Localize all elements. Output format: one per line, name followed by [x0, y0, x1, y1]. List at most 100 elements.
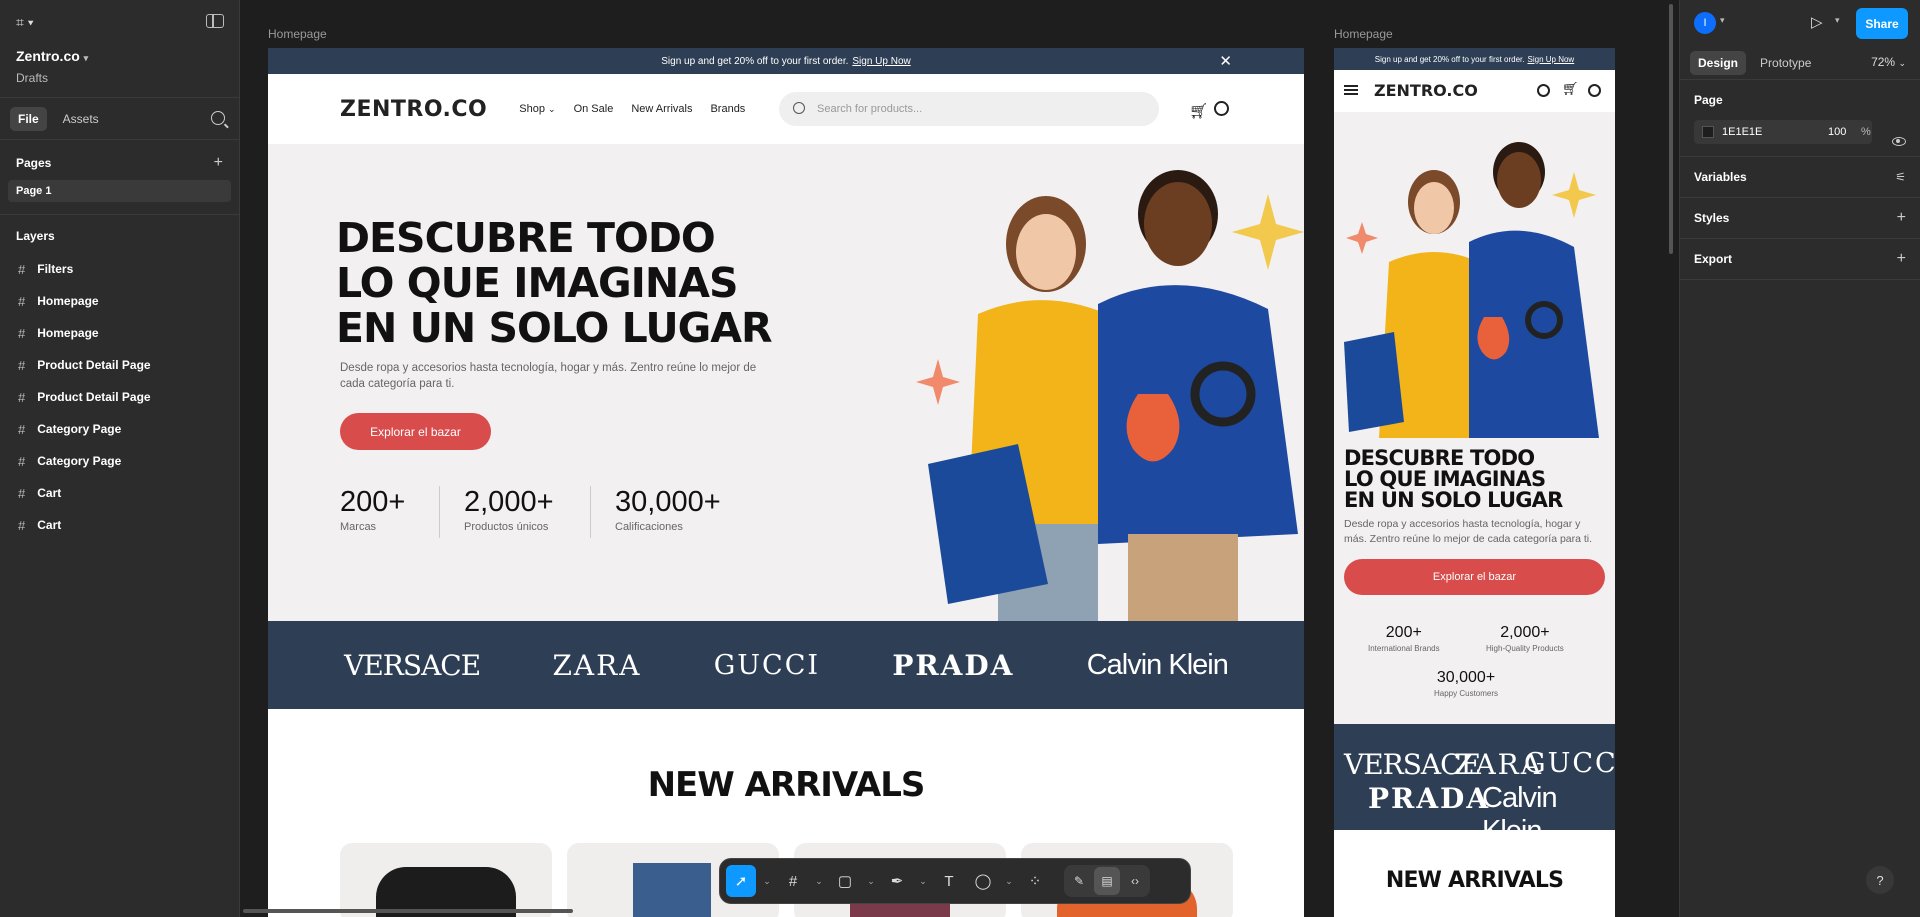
close-icon[interactable]: ✕: [1219, 52, 1232, 70]
help-button[interactable]: ?: [1866, 866, 1894, 894]
brand-gucci: GUCCI: [1524, 748, 1615, 779]
design-mode-icon[interactable]: ▤: [1094, 867, 1120, 895]
color-swatch[interactable]: [1702, 126, 1714, 138]
frame-icon: #: [18, 485, 26, 501]
hero-heading: DESCUBRE TODO LO QUE IMAGINAS EN UN SOLO…: [1344, 446, 1563, 512]
fill-hex[interactable]: 1E1E1E: [1722, 126, 1762, 138]
zoom-level[interactable]: 72% ⌄: [1871, 55, 1906, 69]
move-tool-icon[interactable]: ➚: [726, 865, 756, 897]
play-icon[interactable]: ▷: [1811, 13, 1823, 31]
page-fill-field[interactable]: 1E1E1E 100 %: [1694, 120, 1872, 144]
explore-button[interactable]: Explorar el bazar: [1344, 559, 1605, 595]
promo-link[interactable]: Sign Up Now: [1528, 55, 1575, 64]
nav-brands[interactable]: Brands: [710, 103, 745, 115]
pen-tool-icon[interactable]: ✒: [882, 865, 912, 897]
canvas[interactable]: Homepage Homepage Sign up and get 20% of…: [241, 0, 1679, 917]
mobile-frame-label[interactable]: Homepage: [1334, 27, 1393, 41]
nav-shop[interactable]: Shop ⌄: [519, 103, 555, 115]
brand-logo[interactable]: ZENTRO.CO: [1374, 81, 1478, 100]
variables-icon[interactable]: ⚟: [1895, 170, 1906, 184]
account-icon[interactable]: [1588, 84, 1601, 97]
chevron-down-icon[interactable]: ▾: [1835, 15, 1840, 26]
layer-item[interactable]: # Category Page: [0, 413, 239, 445]
account-icon[interactable]: [1214, 101, 1229, 116]
tab-file[interactable]: File: [10, 106, 47, 131]
chevron-down-icon[interactable]: ⌄: [760, 865, 774, 897]
divider: [439, 486, 440, 538]
layer-item[interactable]: # Product Detail Page: [0, 381, 239, 413]
add-page-icon[interactable]: +: [214, 154, 223, 172]
stat-brands: 200+ Marcas: [340, 486, 406, 533]
layer-label: Homepage: [37, 294, 99, 308]
draw-mode-icon[interactable]: ✎: [1066, 867, 1092, 895]
add-export-icon[interactable]: +: [1897, 250, 1906, 268]
brand-logo[interactable]: ZENTRO.CO: [340, 97, 487, 122]
product-card[interactable]: [340, 843, 552, 917]
share-button[interactable]: Share: [1856, 8, 1908, 39]
brands-bar: VERSACE ZARA GUCCI PRADA Calvin Klein: [1334, 724, 1615, 847]
file-assets-tabs: File Assets: [0, 98, 239, 140]
eye-icon[interactable]: [1892, 137, 1906, 146]
export-title: Export: [1694, 252, 1733, 266]
sidebar-toggle-icon[interactable]: [206, 14, 224, 28]
layer-label: Product Detail Page: [37, 390, 151, 404]
tab-design[interactable]: Design: [1690, 50, 1747, 75]
search-input[interactable]: Search for products...: [779, 92, 1159, 126]
vertical-scrollbar[interactable]: [1669, 4, 1673, 254]
layer-item[interactable]: # Filters: [0, 253, 239, 285]
variables-title: Variables: [1694, 170, 1747, 184]
tab-prototype[interactable]: Prototype: [1752, 51, 1819, 75]
layer-item[interactable]: # Homepage: [0, 317, 239, 349]
chevron-down-icon[interactable]: ▾: [1720, 15, 1725, 26]
comment-tool-icon[interactable]: ◯: [968, 865, 998, 897]
search-icon[interactable]: [1537, 84, 1550, 97]
horizontal-scrollbar[interactable]: [243, 909, 573, 913]
frame-icon: #: [18, 261, 26, 277]
rectangle-tool-icon[interactable]: ▢: [830, 865, 860, 897]
add-style-icon[interactable]: +: [1897, 209, 1906, 227]
bottom-toolbar: ➚ ⌄ # ⌄ ▢ ⌄ ✒ ⌄ T ◯ ⌄ ⁘ ✎ ▤ ‹›: [719, 858, 1191, 904]
layer-item[interactable]: # Cart: [0, 509, 239, 541]
avatar[interactable]: I: [1694, 12, 1716, 34]
nav-new-arrivals[interactable]: New Arrivals: [631, 103, 692, 115]
navbar: ZENTRO.CO Shop ⌄ On Sale New Arrivals Br…: [268, 74, 1304, 144]
search-icon: [793, 102, 805, 114]
desktop-frame-label[interactable]: Homepage: [268, 27, 327, 41]
cart-icon[interactable]: 🛒︎: [1189, 102, 1208, 120]
hamburger-icon[interactable]: [1344, 85, 1358, 95]
layer-label: Filters: [37, 262, 74, 276]
frame-tool-icon[interactable]: #: [778, 865, 808, 897]
dev-mode-icon[interactable]: ‹›: [1122, 867, 1148, 895]
page-section: Page 1E1E1E 100 %: [1680, 80, 1920, 157]
pages-title: Pages: [16, 156, 52, 170]
actions-icon[interactable]: ⁘: [1020, 865, 1050, 897]
chevron-down-icon[interactable]: ⌄: [1002, 865, 1016, 897]
layer-label: Cart: [37, 486, 62, 500]
nav-on-sale[interactable]: On Sale: [574, 103, 614, 115]
promo-link[interactable]: Sign Up Now: [852, 56, 910, 67]
cart-icon[interactable]: 🛒︎: [1562, 81, 1579, 97]
layer-item[interactable]: # Category Page: [0, 445, 239, 477]
chevron-down-icon[interactable]: ⌄: [864, 865, 878, 897]
page-item-page-1[interactable]: Page 1: [8, 180, 231, 202]
fill-opacity[interactable]: 100: [1828, 126, 1846, 138]
brands-bar: VERSACE ZARA GUCCI PRADA Calvin Klein: [268, 621, 1304, 709]
frame-icon: #: [18, 453, 26, 469]
chevron-down-icon[interactable]: ⌄: [916, 865, 930, 897]
frame-icon: #: [18, 293, 26, 309]
search-icon[interactable]: [211, 111, 225, 125]
tab-assets[interactable]: Assets: [55, 107, 107, 131]
layer-item[interactable]: # Cart: [0, 477, 239, 509]
text-tool-icon[interactable]: T: [934, 865, 964, 897]
explore-button[interactable]: Explorar el bazar: [340, 413, 491, 450]
nav-links: Shop ⌄ On Sale New Arrivals Brands: [519, 103, 745, 115]
mobile-homepage-frame[interactable]: Sign up and get 20% off to your first or…: [1334, 48, 1615, 917]
desktop-homepage-frame[interactable]: Sign up and get 20% off to your first or…: [268, 48, 1304, 917]
layer-item[interactable]: # Homepage: [0, 285, 239, 317]
main-menu-icon[interactable]: ⌗ ▾: [16, 14, 34, 31]
chevron-down-icon[interactable]: ⌄: [812, 865, 826, 897]
layer-item[interactable]: # Product Detail Page: [0, 349, 239, 381]
styles-title: Styles: [1694, 211, 1730, 225]
layers-list: # Filters # Homepage # Homepage # Product De…: [0, 253, 239, 541]
project-name[interactable]: Zentro.co ▾: [16, 48, 88, 64]
